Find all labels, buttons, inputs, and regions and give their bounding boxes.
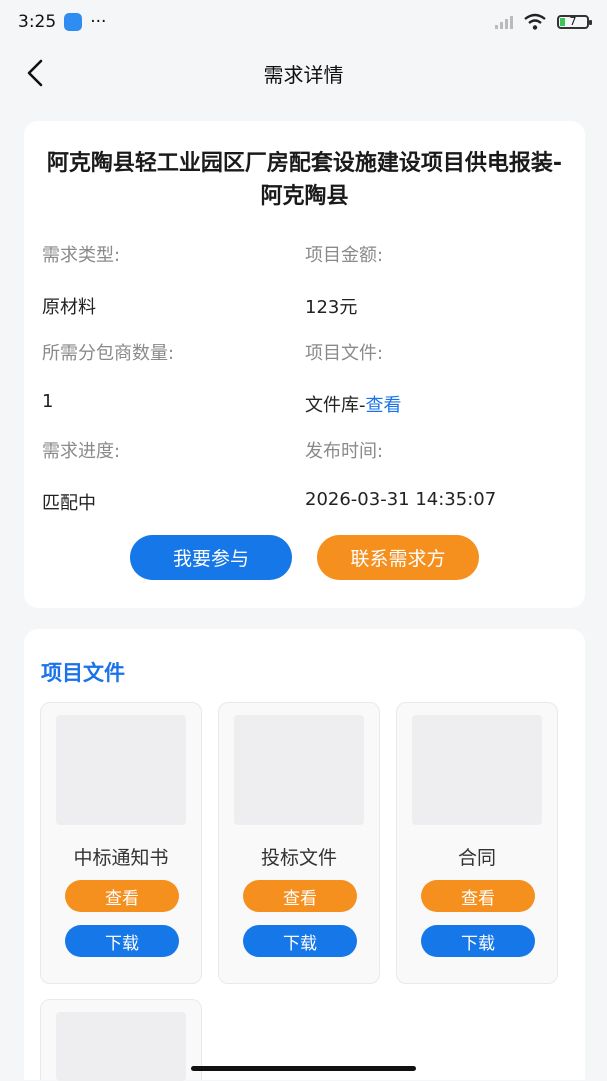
- home-indicator[interactable]: [191, 1066, 416, 1071]
- file-tile: 合同 查看 下载: [396, 702, 558, 984]
- field-value: 1: [42, 391, 54, 412]
- nav-bar: 需求详情: [0, 44, 607, 102]
- page-title: 需求详情: [263, 62, 344, 87]
- field-project-amount: 项目金额: 123元: [305, 241, 567, 319]
- field-value: 123元: [305, 297, 358, 318]
- section-title: 项目文件: [41, 661, 125, 685]
- field-value: 匹配中: [42, 493, 96, 514]
- contact-demander-button[interactable]: 联系需求方: [317, 535, 479, 580]
- field-label: 所需分包商数量:: [42, 343, 175, 364]
- field-value: 2026-03-31 14:35:07: [305, 489, 497, 510]
- battery-icon: 7: [557, 15, 592, 29]
- view-file-button[interactable]: 查看: [65, 880, 179, 912]
- detail-card: 阿克陶县轻工业园区厂房配套设施建设项目供电报装-阿克陶县 需求类型: 原材料 项…: [24, 121, 585, 608]
- file-thumbnail: [56, 1012, 186, 1081]
- project-title: 阿克陶县轻工业园区厂房配套设施建设项目供电报装-阿克陶县: [46, 151, 563, 209]
- field-label: 需求进度:: [42, 441, 121, 462]
- status-left: 3:25 ···: [18, 12, 106, 32]
- view-file-button[interactable]: 查看: [421, 880, 535, 912]
- back-arrow-icon[interactable]: [22, 58, 52, 88]
- status-bar: 3:25 ··· 7: [0, 0, 607, 44]
- action-buttons: 我要参与 联系需求方: [24, 535, 585, 580]
- field-value: 文件库-查看: [305, 391, 567, 417]
- view-file-button[interactable]: 查看: [243, 880, 357, 912]
- file-tile: 投标文件 查看 下载: [218, 702, 380, 984]
- file-name: 合同: [457, 847, 496, 869]
- field-label: 发布时间:: [305, 441, 384, 462]
- field-project-files: 项目文件: 文件库-查看: [305, 339, 567, 417]
- status-right: 7: [495, 13, 592, 31]
- field-label: 项目金额:: [305, 245, 384, 266]
- view-file-library-link[interactable]: 查看: [366, 395, 402, 416]
- field-subcontractor-count: 所需分包商数量: 1: [42, 339, 304, 412]
- file-tile: 中标通知书 查看 下载: [40, 702, 202, 984]
- file-name: 投标文件: [260, 847, 337, 869]
- field-label: 需求类型:: [42, 245, 121, 266]
- project-files-card: 项目文件 中标通知书 查看 下载 投标文件 查看 下载 合同 查看 下载: [24, 629, 585, 1081]
- download-file-button[interactable]: 下载: [65, 925, 179, 957]
- join-button[interactable]: 我要参与: [130, 535, 292, 580]
- wifi-icon: [524, 13, 546, 30]
- download-file-button[interactable]: 下载: [243, 925, 357, 957]
- field-demand-progress: 需求进度: 匹配中: [42, 437, 304, 515]
- file-library-text: 文件库-: [305, 395, 366, 416]
- signal-icon: [495, 15, 513, 29]
- field-value: 原材料: [42, 297, 96, 318]
- download-file-button[interactable]: 下载: [421, 925, 535, 957]
- app-notification-icon: [64, 13, 83, 31]
- battery-level: 7: [569, 15, 577, 28]
- file-tile-partial: [40, 999, 202, 1081]
- field-label: 项目文件:: [305, 343, 384, 364]
- field-publish-time: 发布时间: 2026-03-31 14:35:07: [305, 437, 567, 510]
- file-thumbnail: [412, 715, 542, 825]
- file-name: 中标通知书: [73, 847, 169, 869]
- status-more-dots: ···: [90, 12, 107, 32]
- status-time: 3:25: [18, 12, 57, 32]
- file-thumbnail: [234, 715, 364, 825]
- file-thumbnail: [56, 715, 186, 825]
- field-demand-type: 需求类型: 原材料: [42, 241, 304, 319]
